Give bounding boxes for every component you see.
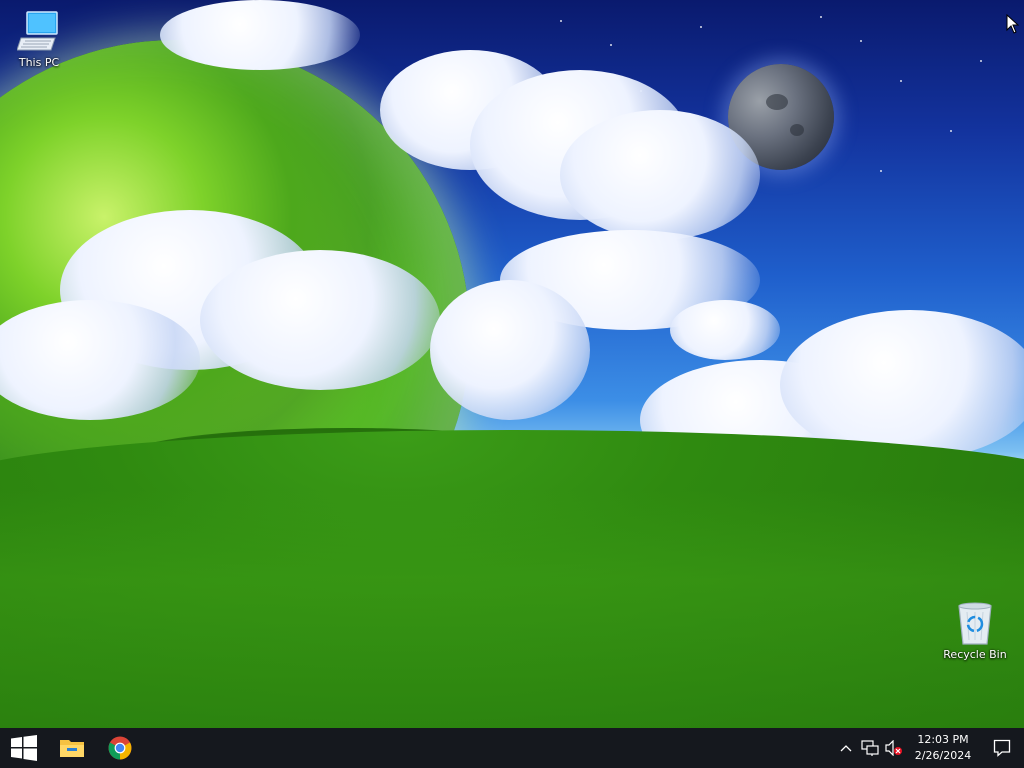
desktop-icon-label: Recycle Bin	[943, 648, 1007, 661]
recycle-bin-icon	[958, 602, 992, 645]
network-icon	[861, 740, 879, 756]
desktop-wallpaper	[0, 0, 1024, 728]
computer-icon	[17, 11, 58, 51]
volume-button[interactable]	[882, 728, 906, 768]
green-hills	[0, 430, 1024, 728]
action-center-icon	[993, 739, 1011, 757]
desktop-icon-this-pc[interactable]: This PC	[0, 8, 78, 69]
volume-muted-icon	[885, 740, 902, 756]
chrome-icon	[108, 736, 132, 760]
network-button[interactable]	[858, 728, 882, 768]
system-tray: 12:03 PM 2/26/2024	[834, 728, 1024, 768]
taskbar-file-explorer[interactable]	[48, 728, 96, 768]
clock-date: 2/26/2024	[914, 749, 972, 762]
mouse-pointer-icon	[1006, 14, 1020, 34]
desktop-icon-label: This PC	[18, 56, 60, 69]
chevron-up-icon	[840, 745, 852, 752]
action-center-button[interactable]	[980, 728, 1024, 768]
taskbar-chrome[interactable]	[96, 728, 144, 768]
taskbar-clock[interactable]: 12:03 PM 2/26/2024	[906, 728, 980, 768]
clock-time: 12:03 PM	[917, 733, 969, 746]
windows-logo-icon	[11, 735, 37, 761]
show-hidden-icons-button[interactable]	[834, 728, 858, 768]
desktop-icon-recycle-bin[interactable]: Recycle Bin	[936, 600, 1014, 661]
start-button[interactable]	[0, 728, 48, 768]
taskbar: 12:03 PM 2/26/2024	[0, 728, 1024, 768]
file-explorer-icon	[60, 740, 84, 757]
